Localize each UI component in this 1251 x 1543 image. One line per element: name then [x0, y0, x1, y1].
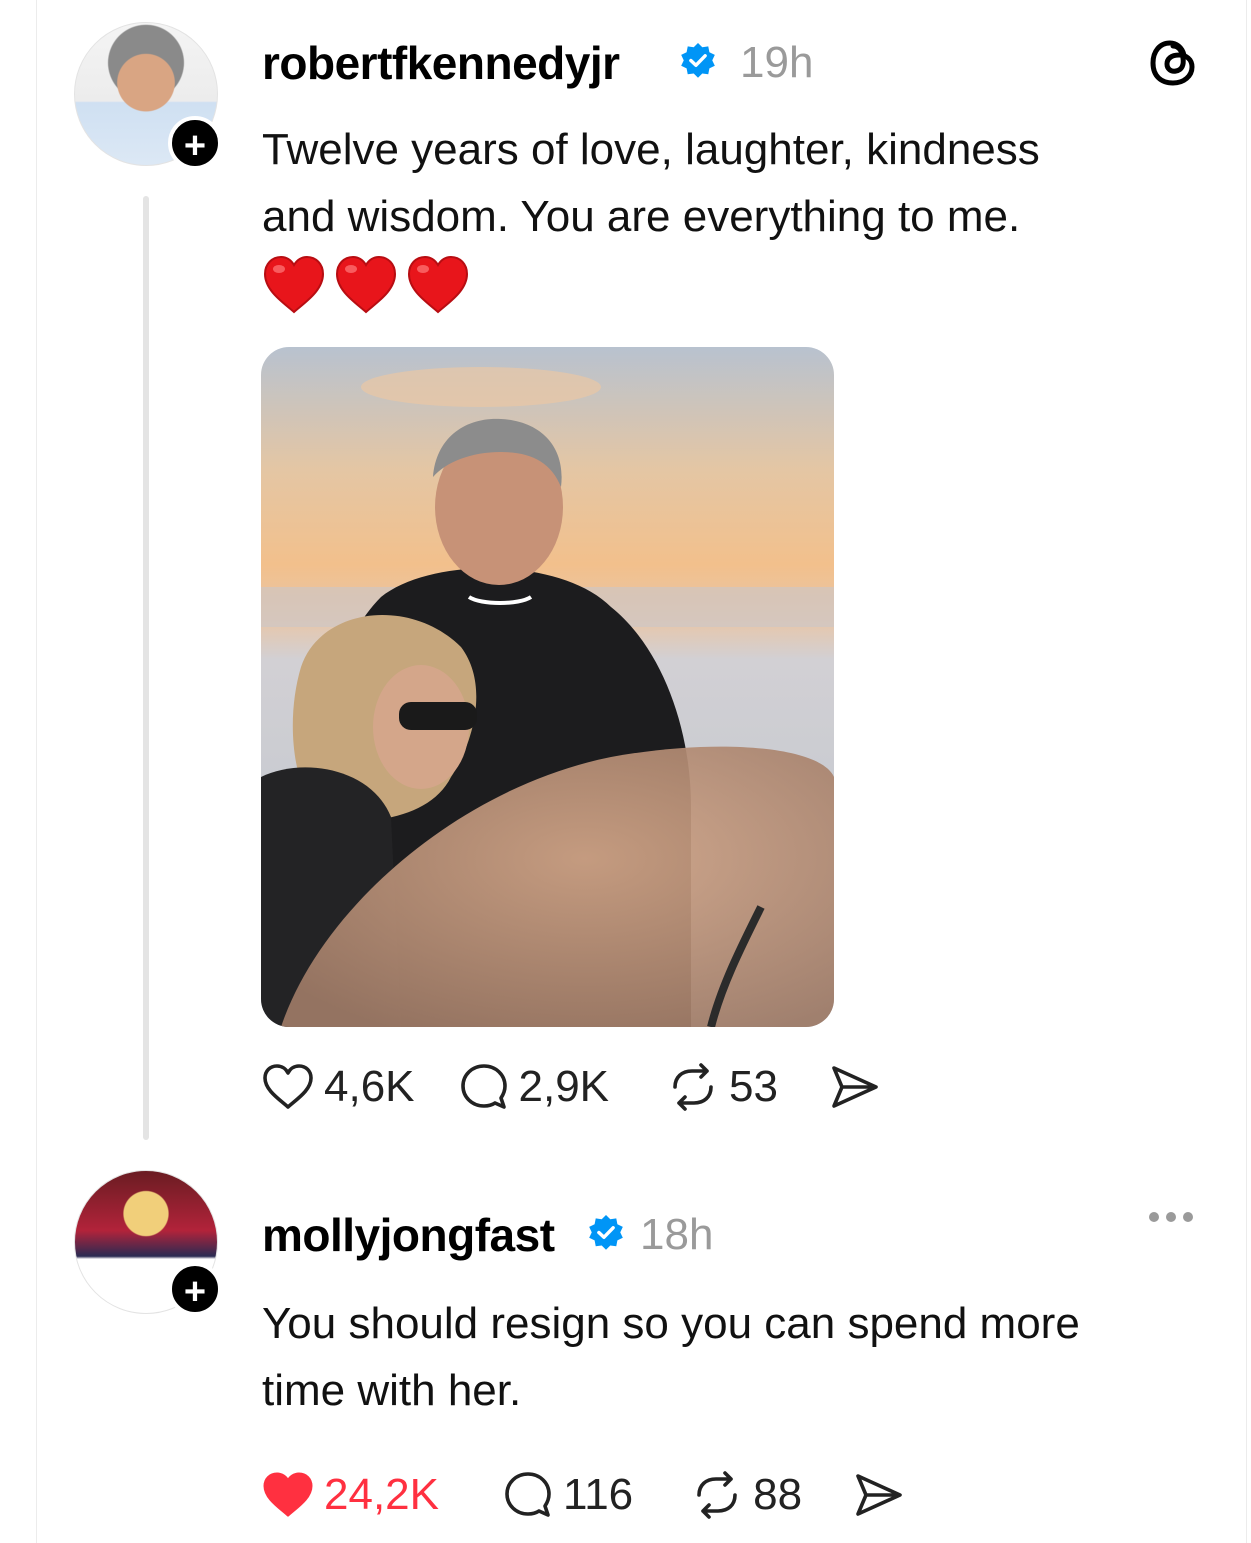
- comment-count: 116: [562, 1470, 634, 1519]
- reply-username[interactable]: mollyjongfast: [262, 1208, 555, 1262]
- repost-icon: [673, 1063, 713, 1111]
- threads-logo-icon[interactable]: [1146, 36, 1200, 90]
- follow-plus-button[interactable]: +: [168, 116, 222, 170]
- plus-icon: +: [183, 125, 207, 167]
- like-button-liked[interactable]: 24,2K: [262, 1470, 439, 1520]
- post-text-line-1: Twelve years of love, laughter, kindness: [262, 125, 1040, 174]
- red-heart-emoji-icon: [335, 255, 397, 314]
- red-heart-emoji-icon: [263, 255, 325, 314]
- follow-plus-button[interactable]: +: [168, 1262, 222, 1316]
- post-username[interactable]: robertfkennedyjr: [262, 36, 620, 90]
- repost-button[interactable]: 88: [691, 1470, 802, 1520]
- repost-count: 53: [729, 1062, 778, 1111]
- share-button[interactable]: [830, 1064, 880, 1110]
- heart-filled-icon: [263, 1472, 313, 1517]
- share-button[interactable]: [854, 1472, 904, 1518]
- frame-border-left: [36, 0, 37, 1543]
- like-count: 24,2K: [324, 1470, 439, 1519]
- frame-border-right: [1246, 0, 1247, 1543]
- comment-button[interactable]: 2,9K: [459, 1062, 610, 1112]
- post-photo[interactable]: [261, 347, 834, 1027]
- verified-badge-icon: [681, 42, 715, 78]
- like-count: 4,6K: [324, 1062, 415, 1111]
- comment-bubble-icon: [505, 1472, 551, 1517]
- send-icon: [832, 1066, 878, 1108]
- comment-button[interactable]: 116: [503, 1470, 633, 1520]
- verified-badge-icon: [589, 1214, 623, 1250]
- reply-actions-bar: 24,2K 116 88: [262, 1470, 904, 1520]
- post-actions-bar: 4,6K 2,9K 53: [262, 1062, 880, 1112]
- comment-count: 2,9K: [518, 1062, 610, 1111]
- post-text-line-2: and wisdom. You are everything to me.: [262, 192, 1021, 241]
- plus-icon: +: [183, 1271, 207, 1313]
- comment-bubble-icon: [460, 1064, 507, 1109]
- post-emoji-hearts: [262, 254, 470, 316]
- reply-text-line-1: You should resign so you can spend more: [262, 1299, 1080, 1348]
- repost-button[interactable]: 53: [667, 1062, 778, 1112]
- red-heart-emoji-icon: [407, 255, 469, 314]
- repost-icon: [697, 1471, 737, 1519]
- more-dots-icon[interactable]: [1146, 1206, 1196, 1228]
- reply-timestamp: 18h: [640, 1210, 714, 1259]
- send-icon: [856, 1474, 902, 1516]
- like-button[interactable]: 4,6K: [262, 1062, 415, 1112]
- heart-icon: [263, 1064, 313, 1109]
- reply-text-line-2: time with her.: [262, 1366, 522, 1415]
- thread-connector-line: [143, 196, 149, 1140]
- post-timestamp: 19h: [740, 38, 814, 87]
- repost-count: 88: [753, 1470, 803, 1519]
